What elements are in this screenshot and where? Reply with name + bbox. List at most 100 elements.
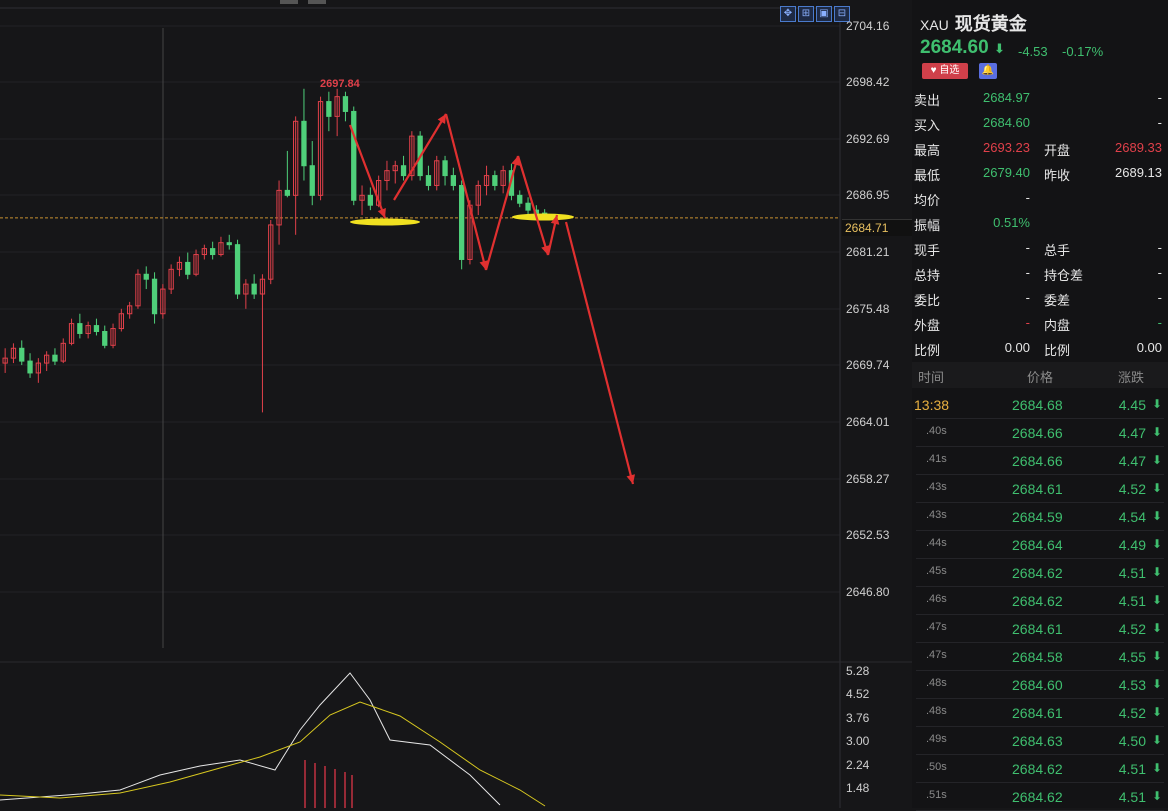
symbol-title: XAU 现货黄金 [920,10,1027,36]
tick-row[interactable]: .51s 2684.62 4.51 ⬇ [912,783,1168,811]
down-arrow-icon: ⬇ [1151,705,1162,719]
quote-v1: 2693.23 [983,140,1030,155]
ticks-header-price: 价格 [1027,370,1054,385]
tick-row[interactable]: .46s 2684.62 4.51 ⬇ [912,587,1168,615]
candle-body [525,202,531,211]
last-price-value: 2684.60 [920,37,989,58]
quote-l1: 总持 [914,268,941,283]
candle-body [226,242,232,246]
quote-v1: - [1025,190,1030,205]
tick-change: 4.52 [1118,705,1146,721]
quote-l2: 昨收 [1044,168,1071,183]
candle-body [326,101,332,117]
tick-change: 4.50 [1118,733,1146,749]
candle-body [52,354,58,362]
candle-body [77,323,83,334]
candle-body [151,278,158,315]
tick-row[interactable]: .48s 2684.61 4.52 ⬇ [912,699,1168,727]
sub-axis-label: 4.52 [846,687,870,701]
quote-v1: 0.51% [993,215,1030,230]
layout-icon[interactable]: ⊞ [798,6,814,22]
signal-line [0,701,546,807]
tick-row[interactable]: .49s 2684.63 4.50 ⬇ [912,727,1168,755]
quote-l1: 最高 [914,143,941,158]
tick-time: .48s [926,677,947,689]
tick-row[interactable]: .43s 2684.61 4.52 ⬇ [912,475,1168,503]
candle-body [309,165,315,196]
quote-l2: 总手 [1044,243,1071,258]
down-arrow-icon: ⬇ [1151,677,1162,691]
quote-v1: - [1025,315,1030,330]
top-tab-2[interactable] [308,0,326,4]
tick-row[interactable]: .47s 2684.58 4.55 ⬇ [912,643,1168,671]
price-axis-label: 2658.27 [846,472,890,486]
tick-row[interactable]: 13:38 2684.68 4.45 ⬇ [912,391,1168,419]
tick-price: 2684.68 [1012,397,1063,413]
quote-panel: XAU 现货黄金 2684.60 ⬇ -4.53 -0.17% ♥ 自选 🔔 卖出… [912,0,1168,811]
candle-body [210,248,216,256]
quote-v2: - [1157,290,1162,305]
tick-time: .44s [926,537,947,549]
tick-time: 13:38 [914,397,950,413]
quote-row: 现手 - 总手 - [912,235,1168,260]
quote-row: 卖出 2684.97 - [912,85,1168,110]
tick-price: 2684.61 [1012,481,1063,497]
tick-change: 4.51 [1118,761,1146,777]
top-tab-1[interactable] [280,0,298,4]
quote-l2: 开盘 [1044,143,1071,158]
tick-time: .48s [926,705,947,717]
crosshair-icon[interactable]: ✥ [780,6,796,22]
price-axis-label: 2698.42 [846,75,890,89]
candle-body [284,189,291,196]
quote-v2: - [1157,240,1162,255]
tick-row[interactable]: .47s 2684.61 4.52 ⬇ [912,615,1168,643]
down-arrow-icon: ⬇ [1151,453,1162,467]
support-ellipse-right [512,213,574,221]
quote-v2: - [1157,115,1162,130]
quote-row: 买入 2684.60 - [912,110,1168,135]
tick-row[interactable]: .43s 2684.59 4.54 ⬇ [912,503,1168,531]
trend-arrow [564,221,635,485]
trend-arrow [516,155,550,256]
candle-body [234,244,241,295]
macd-line [0,672,501,806]
tick-row[interactable]: .45s 2684.62 4.51 ⬇ [912,559,1168,587]
symbol-code: XAU [920,17,949,33]
tick-time: .43s [926,509,947,521]
candlestick-chart[interactable]: 2697.84 [0,0,912,808]
tick-row[interactable]: .44s 2684.64 4.49 ⬇ [912,531,1168,559]
add-favorite-button[interactable]: ♥ 自选 [922,63,968,79]
tick-time: .50s [926,761,947,773]
tick-change: 4.52 [1118,481,1146,497]
ticks-header-change: 涨跌 [1118,370,1145,385]
quote-row: 振幅 0.51% [912,210,1168,235]
tick-row[interactable]: .41s 2684.66 4.47 ⬇ [912,447,1168,475]
candle-body [102,330,108,346]
current-price-tag: 2684.71 [842,219,915,236]
tick-price: 2684.61 [1012,705,1063,721]
quote-l1: 委比 [914,293,941,308]
indicator-icon[interactable]: ▣ [816,6,832,22]
price-axis-label: 2646.80 [846,585,890,599]
quote-v1: - [1025,265,1030,280]
chart-toolbar: ✥ ⊞ ▣ ⊟ [780,6,850,22]
tick-change: 4.53 [1118,677,1146,693]
candle-body [351,110,357,201]
quote-l2: 委差 [1044,293,1071,308]
alert-bell-icon[interactable]: 🔔 [979,63,997,79]
candle-body [492,175,498,186]
tick-price: 2684.62 [1012,789,1063,805]
candle-body [143,273,149,280]
down-arrow-icon: ⬇ [1151,565,1162,579]
tick-change: 4.51 [1118,593,1146,609]
quote-row: 比例 0.00 比例 0.00 [912,335,1168,360]
tick-row[interactable]: .40s 2684.66 4.47 ⬇ [912,419,1168,447]
chart-area[interactable]: 2697.84 ✥ ⊞ ▣ ⊟ 2704.16 2698.42 2692.69 268… [0,0,915,808]
tick-row[interactable]: .48s 2684.60 4.53 ⬇ [912,671,1168,699]
quote-v2: 0.00 [1136,340,1162,355]
tick-row[interactable]: .50s 2684.62 4.51 ⬇ [912,755,1168,783]
candle-body [185,261,191,275]
candle-body [450,175,457,186]
quote-l1: 振幅 [914,218,941,233]
candle-body [517,194,523,204]
